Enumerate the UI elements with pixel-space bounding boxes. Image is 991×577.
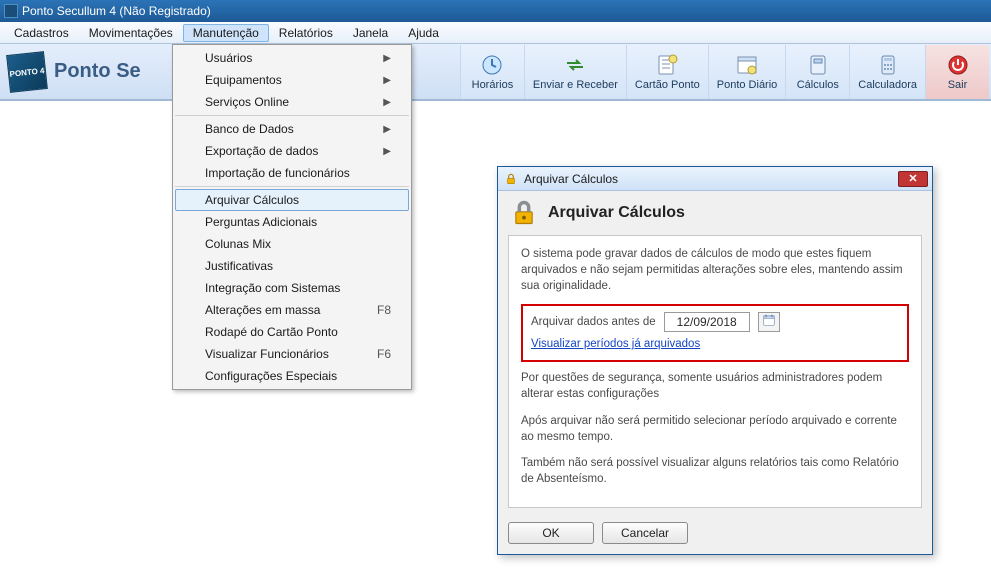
menu-item-integracao-sistemas[interactable]: Integração com Sistemas (175, 277, 409, 299)
calculator-icon (876, 53, 900, 77)
menu-item-perguntas-adicionais[interactable]: Perguntas Adicionais (175, 211, 409, 233)
toolbar-sair[interactable]: Sair (925, 45, 989, 99)
chevron-right-icon: ▶ (383, 75, 391, 86)
chevron-right-icon: ▶ (383, 124, 391, 135)
menu-item-importacao-funcionarios[interactable]: Importação de funcionários (175, 162, 409, 184)
toolbar-ponto-diario[interactable]: Ponto Diário (708, 45, 786, 99)
toolbar-calculos[interactable]: Cálculos (785, 45, 849, 99)
menu-item-banco-dados[interactable]: Banco de Dados ▶ (175, 118, 409, 140)
view-archived-link[interactable]: Visualizar períodos já arquivados (531, 338, 700, 350)
ok-button[interactable]: OK (508, 522, 594, 544)
dialog-note-2: Após arquivar não será permitido selecio… (521, 413, 909, 445)
menu-item-label: Alterações em massa (205, 303, 320, 317)
menu-item-label: Justificativas (205, 259, 273, 273)
toolbar-label: Horários (472, 79, 514, 91)
dialog-note-1: Por questões de segurança, somente usuár… (521, 370, 909, 402)
menu-item-label: Importação de funcionários (205, 166, 350, 180)
dialog-note-3: Também não será possível visualizar algu… (521, 455, 909, 487)
date-label: Arquivar dados antes de (531, 314, 656, 330)
menu-cadastros[interactable]: Cadastros (4, 24, 79, 42)
dialog-close-button[interactable]: ✕ (898, 171, 928, 187)
toolbar-label: Cartão Ponto (635, 79, 700, 91)
menu-item-label: Equipamentos (205, 73, 282, 87)
clock-icon (480, 53, 504, 77)
dialog-arquivar-calculos: Arquivar Cálculos ✕ Arquivar Cálculos O … (497, 166, 933, 555)
menu-manutencao-dropdown: Usuários ▶ Equipamentos ▶ Serviços Onlin… (172, 44, 412, 390)
menu-item-label: Arquivar Cálculos (205, 193, 299, 207)
menu-item-label: Usuários (205, 51, 252, 65)
menu-item-label: Perguntas Adicionais (205, 215, 317, 229)
sync-icon (563, 53, 587, 77)
toolbar-label: Ponto Diário (717, 79, 778, 91)
chevron-right-icon: ▶ (383, 97, 391, 108)
menu-item-shortcut: F8 (377, 303, 391, 317)
menu-ajuda[interactable]: Ajuda (398, 24, 449, 42)
highlight-box: Arquivar dados antes de Visualizar perío… (521, 304, 909, 362)
toolbar-label: Sair (948, 79, 968, 91)
chevron-right-icon: ▶ (383, 53, 391, 64)
calendar-day-icon (735, 53, 759, 77)
menu-item-rodape-cartao-ponto[interactable]: Rodapé do Cartão Ponto (175, 321, 409, 343)
toolbar-cartao-ponto[interactable]: Cartão Ponto (626, 45, 708, 99)
app-icon (4, 4, 18, 18)
menu-item-label: Integração com Sistemas (205, 281, 340, 295)
cancel-button[interactable]: Cancelar (602, 522, 688, 544)
dialog-title-text: Arquivar Cálculos (524, 172, 618, 186)
dialog-button-row: OK Cancelar (498, 516, 932, 554)
menu-item-label: Serviços Online (205, 95, 289, 109)
archive-date-input[interactable] (664, 312, 750, 332)
dialog-titlebar[interactable]: Arquivar Cálculos ✕ (498, 167, 932, 191)
toolbar-buttons: Horários Enviar e Receber Cartão Ponto P… (460, 44, 991, 99)
brand-text: Ponto Se (54, 60, 141, 83)
menu-item-configuracoes-especiais[interactable]: Configurações Especiais (175, 365, 409, 387)
calendar-icon (762, 313, 776, 332)
menu-item-label: Banco de Dados (205, 122, 294, 136)
lock-icon (504, 172, 518, 186)
date-picker-button[interactable] (758, 312, 780, 332)
dialog-header: Arquivar Cálculos (498, 191, 932, 235)
close-icon: ✕ (908, 172, 917, 185)
toolbar-label: Calculadora (858, 79, 917, 91)
power-icon (946, 53, 970, 77)
toolbar-label: Cálculos (797, 79, 839, 91)
dialog-intro-text: O sistema pode gravar dados de cálculos … (521, 246, 909, 294)
menu-item-servicos-online[interactable]: Serviços Online ▶ (175, 91, 409, 113)
chevron-right-icon: ▶ (383, 146, 391, 157)
menu-item-label: Colunas Mix (205, 237, 271, 251)
menu-bar: Cadastros Movimentações Manutenção Relat… (0, 22, 991, 44)
window-titlebar: Ponto Secullum 4 (Não Registrado) (0, 0, 991, 22)
menu-relatorios[interactable]: Relatórios (269, 24, 343, 42)
menu-item-equipamentos[interactable]: Equipamentos ▶ (175, 69, 409, 91)
dialog-heading: Arquivar Cálculos (548, 204, 685, 222)
menu-janela[interactable]: Janela (343, 24, 398, 42)
brand: PONTO 4 Ponto Se (8, 53, 141, 91)
window-title: Ponto Secullum 4 (Não Registrado) (22, 4, 211, 18)
calc-icon (806, 53, 830, 77)
card-icon (655, 53, 679, 77)
lock-icon (510, 199, 538, 227)
menu-item-label: Exportação de dados (205, 144, 318, 158)
menu-item-label: Configurações Especiais (205, 369, 337, 383)
toolbar-calculadora[interactable]: Calculadora (849, 45, 925, 99)
brand-logo-icon: PONTO 4 (6, 51, 48, 93)
dialog-body: O sistema pode gravar dados de cálculos … (508, 235, 922, 508)
menu-item-shortcut: F6 (377, 347, 391, 361)
menu-item-alteracoes-massa[interactable]: Alterações em massa F8 (175, 299, 409, 321)
menu-item-arquivar-calculos[interactable]: Arquivar Cálculos (175, 189, 409, 211)
toolbar-enviar-receber[interactable]: Enviar e Receber (524, 45, 626, 99)
brand-logo-text: PONTO 4 (9, 65, 45, 78)
menu-movimentacoes[interactable]: Movimentações (79, 24, 183, 42)
menu-item-label: Visualizar Funcionários (205, 347, 329, 361)
menu-item-usuarios[interactable]: Usuários ▶ (175, 47, 409, 69)
toolbar: PONTO 4 Ponto Se Horários Enviar e Receb… (0, 44, 991, 100)
menu-item-label: Rodapé do Cartão Ponto (205, 325, 338, 339)
menu-item-justificativas[interactable]: Justificativas (175, 255, 409, 277)
date-row: Arquivar dados antes de (531, 312, 899, 332)
toolbar-horarios[interactable]: Horários (460, 45, 524, 99)
menu-item-visualizar-funcionarios[interactable]: Visualizar Funcionários F6 (175, 343, 409, 365)
menu-item-colunas-mix[interactable]: Colunas Mix (175, 233, 409, 255)
toolbar-label: Enviar e Receber (533, 79, 618, 91)
menu-manutencao[interactable]: Manutenção (183, 24, 269, 42)
menu-item-exportacao-dados[interactable]: Exportação de dados ▶ (175, 140, 409, 162)
